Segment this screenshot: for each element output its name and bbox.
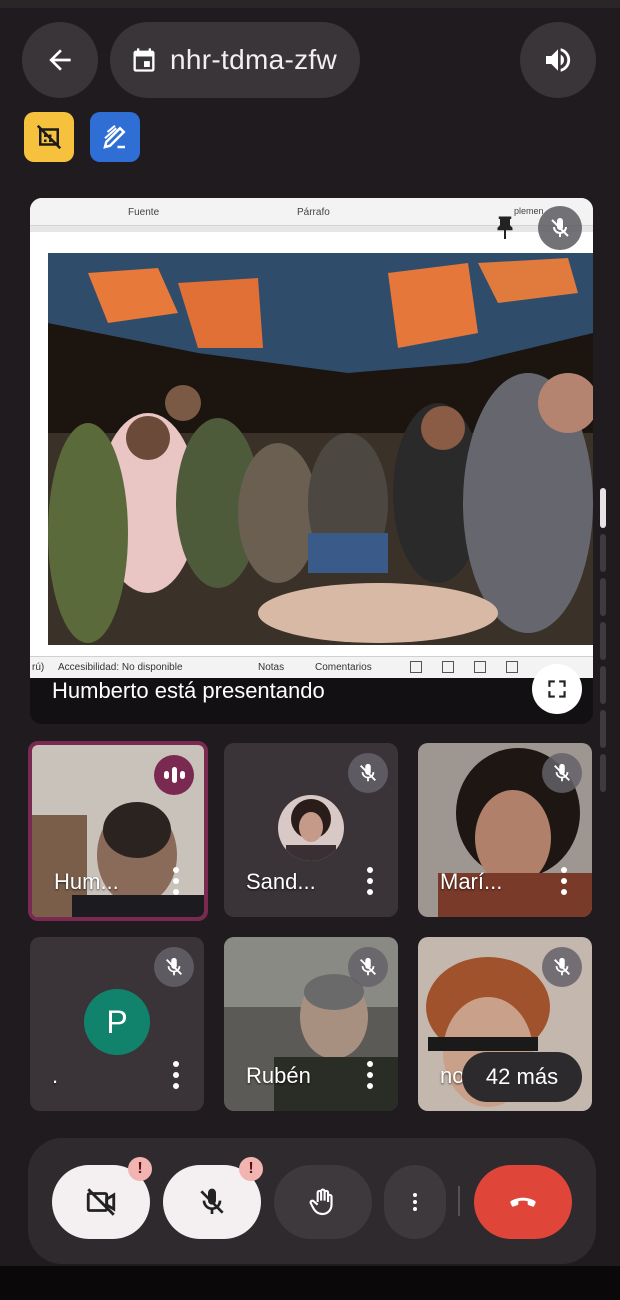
page-indicator: [600, 534, 606, 572]
more-options-button[interactable]: [384, 1165, 446, 1239]
mic-off-icon: [554, 957, 570, 976]
camera-off-icon: [86, 1188, 116, 1216]
participant-name: Marí...: [440, 869, 503, 894]
volume-icon: [546, 48, 571, 72]
presenter-label: Humberto está presentando: [52, 678, 325, 703]
more-vert-icon: [413, 1193, 417, 1211]
participant-options-button[interactable]: [560, 867, 568, 895]
back-button[interactable]: [22, 22, 98, 98]
page-indicator: [600, 666, 606, 704]
avatar: [278, 795, 344, 861]
no-recording-icon: [36, 124, 62, 150]
raise-hand-icon: [309, 1188, 333, 1216]
mic-toggle-button[interactable]: !: [163, 1157, 263, 1239]
presenter-muted-indicator: [538, 206, 582, 250]
muted-indicator: [348, 947, 388, 987]
mic-off-icon: [360, 763, 376, 782]
no-recording-badge[interactable]: [24, 112, 74, 162]
participant-name: .: [52, 1063, 59, 1088]
ribbon-label: Fuente: [128, 207, 160, 218]
speaker-button[interactable]: [520, 22, 596, 98]
shared-document: Fuente Párrafo plemen rú) Accesibilidad:…: [30, 198, 593, 678]
participant-name: Sand...: [246, 869, 316, 894]
controls-divider: [458, 1186, 460, 1216]
camera-alert-badge: !: [128, 1157, 152, 1181]
raise-hand-button[interactable]: [274, 1165, 372, 1239]
meeting-info-button[interactable]: nhr-tdma-zfw: [110, 22, 360, 98]
page-indicator: [600, 578, 606, 616]
fullscreen-icon: [548, 680, 566, 698]
muted-indicator: [542, 753, 582, 793]
participant-name: Rubén: [246, 1063, 311, 1088]
participant-options-button[interactable]: [366, 867, 374, 895]
mic-alert-badge: !: [239, 1157, 263, 1181]
page-indicator: [600, 754, 606, 792]
document-photo: [48, 253, 593, 645]
presentation-tile[interactable]: Fuente Párrafo plemen rú) Accesibilidad:…: [30, 198, 593, 724]
fullscreen-button[interactable]: [532, 664, 582, 714]
participant-options-button[interactable]: [172, 1061, 180, 1089]
status-language: rú): [32, 662, 45, 673]
mic-off-icon: [554, 763, 570, 782]
document-status-bar: rú) Accesibilidad: No disponible Notas C…: [30, 656, 593, 678]
participant-options-button[interactable]: [172, 867, 180, 895]
page-indicator: [600, 710, 606, 748]
speaking-indicator: [154, 755, 194, 795]
top-bar: nhr-tdma-zfw: [0, 22, 620, 102]
calendar-icon: [133, 48, 155, 72]
page-indicator-active: [600, 488, 606, 528]
muted-indicator: [154, 947, 194, 987]
mic-off-icon: [551, 218, 569, 237]
participant-name: Hum...: [54, 869, 119, 894]
meeting-badges: [24, 112, 140, 162]
participant-tile[interactable]: Rubén: [224, 937, 398, 1111]
participant-tile[interactable]: Sand...: [224, 743, 398, 917]
pin-button[interactable]: [490, 214, 520, 244]
meeting-code: nhr-tdma-zfw: [170, 44, 337, 75]
end-call-button[interactable]: [474, 1165, 572, 1239]
participant-tile[interactable]: P .: [30, 937, 204, 1111]
more-participants-button[interactable]: 42 más: [462, 1052, 582, 1102]
system-navigation-bar: [0, 1266, 620, 1300]
camera-toggle-button[interactable]: !: [52, 1157, 152, 1239]
status-bar: [0, 0, 620, 8]
pin-icon: [497, 216, 513, 239]
meet-screen: nhr-tdma-zfw Fuente Párrafo plemen rú) A…: [0, 0, 620, 1300]
status-comments: Comentarios: [315, 662, 372, 673]
mic-off-icon: [166, 957, 182, 976]
end-call-icon: [510, 1197, 536, 1207]
page-indicator: [600, 622, 606, 660]
muted-indicator: [348, 753, 388, 793]
ribbon-label: Párrafo: [297, 207, 330, 218]
status-notes: Notas: [258, 662, 285, 673]
status-accessibility: Accesibilidad: No disponible: [58, 662, 183, 673]
muted-indicator: [542, 947, 582, 987]
participant-options-button[interactable]: [366, 1061, 374, 1089]
arrow-left-icon: [49, 49, 71, 71]
call-controls: ! !: [28, 1138, 596, 1264]
mic-off-icon: [360, 957, 376, 976]
participant-tile[interactable]: Hum...: [28, 741, 208, 921]
group-photo-image: [48, 253, 593, 645]
avatar: P: [84, 989, 150, 1055]
view-buttons: [410, 661, 518, 673]
notes-badge[interactable]: [90, 112, 140, 162]
pencil-edit-icon: [103, 124, 126, 149]
mic-off-icon: [200, 1188, 224, 1214]
participant-tile[interactable]: Marí...: [418, 743, 592, 917]
